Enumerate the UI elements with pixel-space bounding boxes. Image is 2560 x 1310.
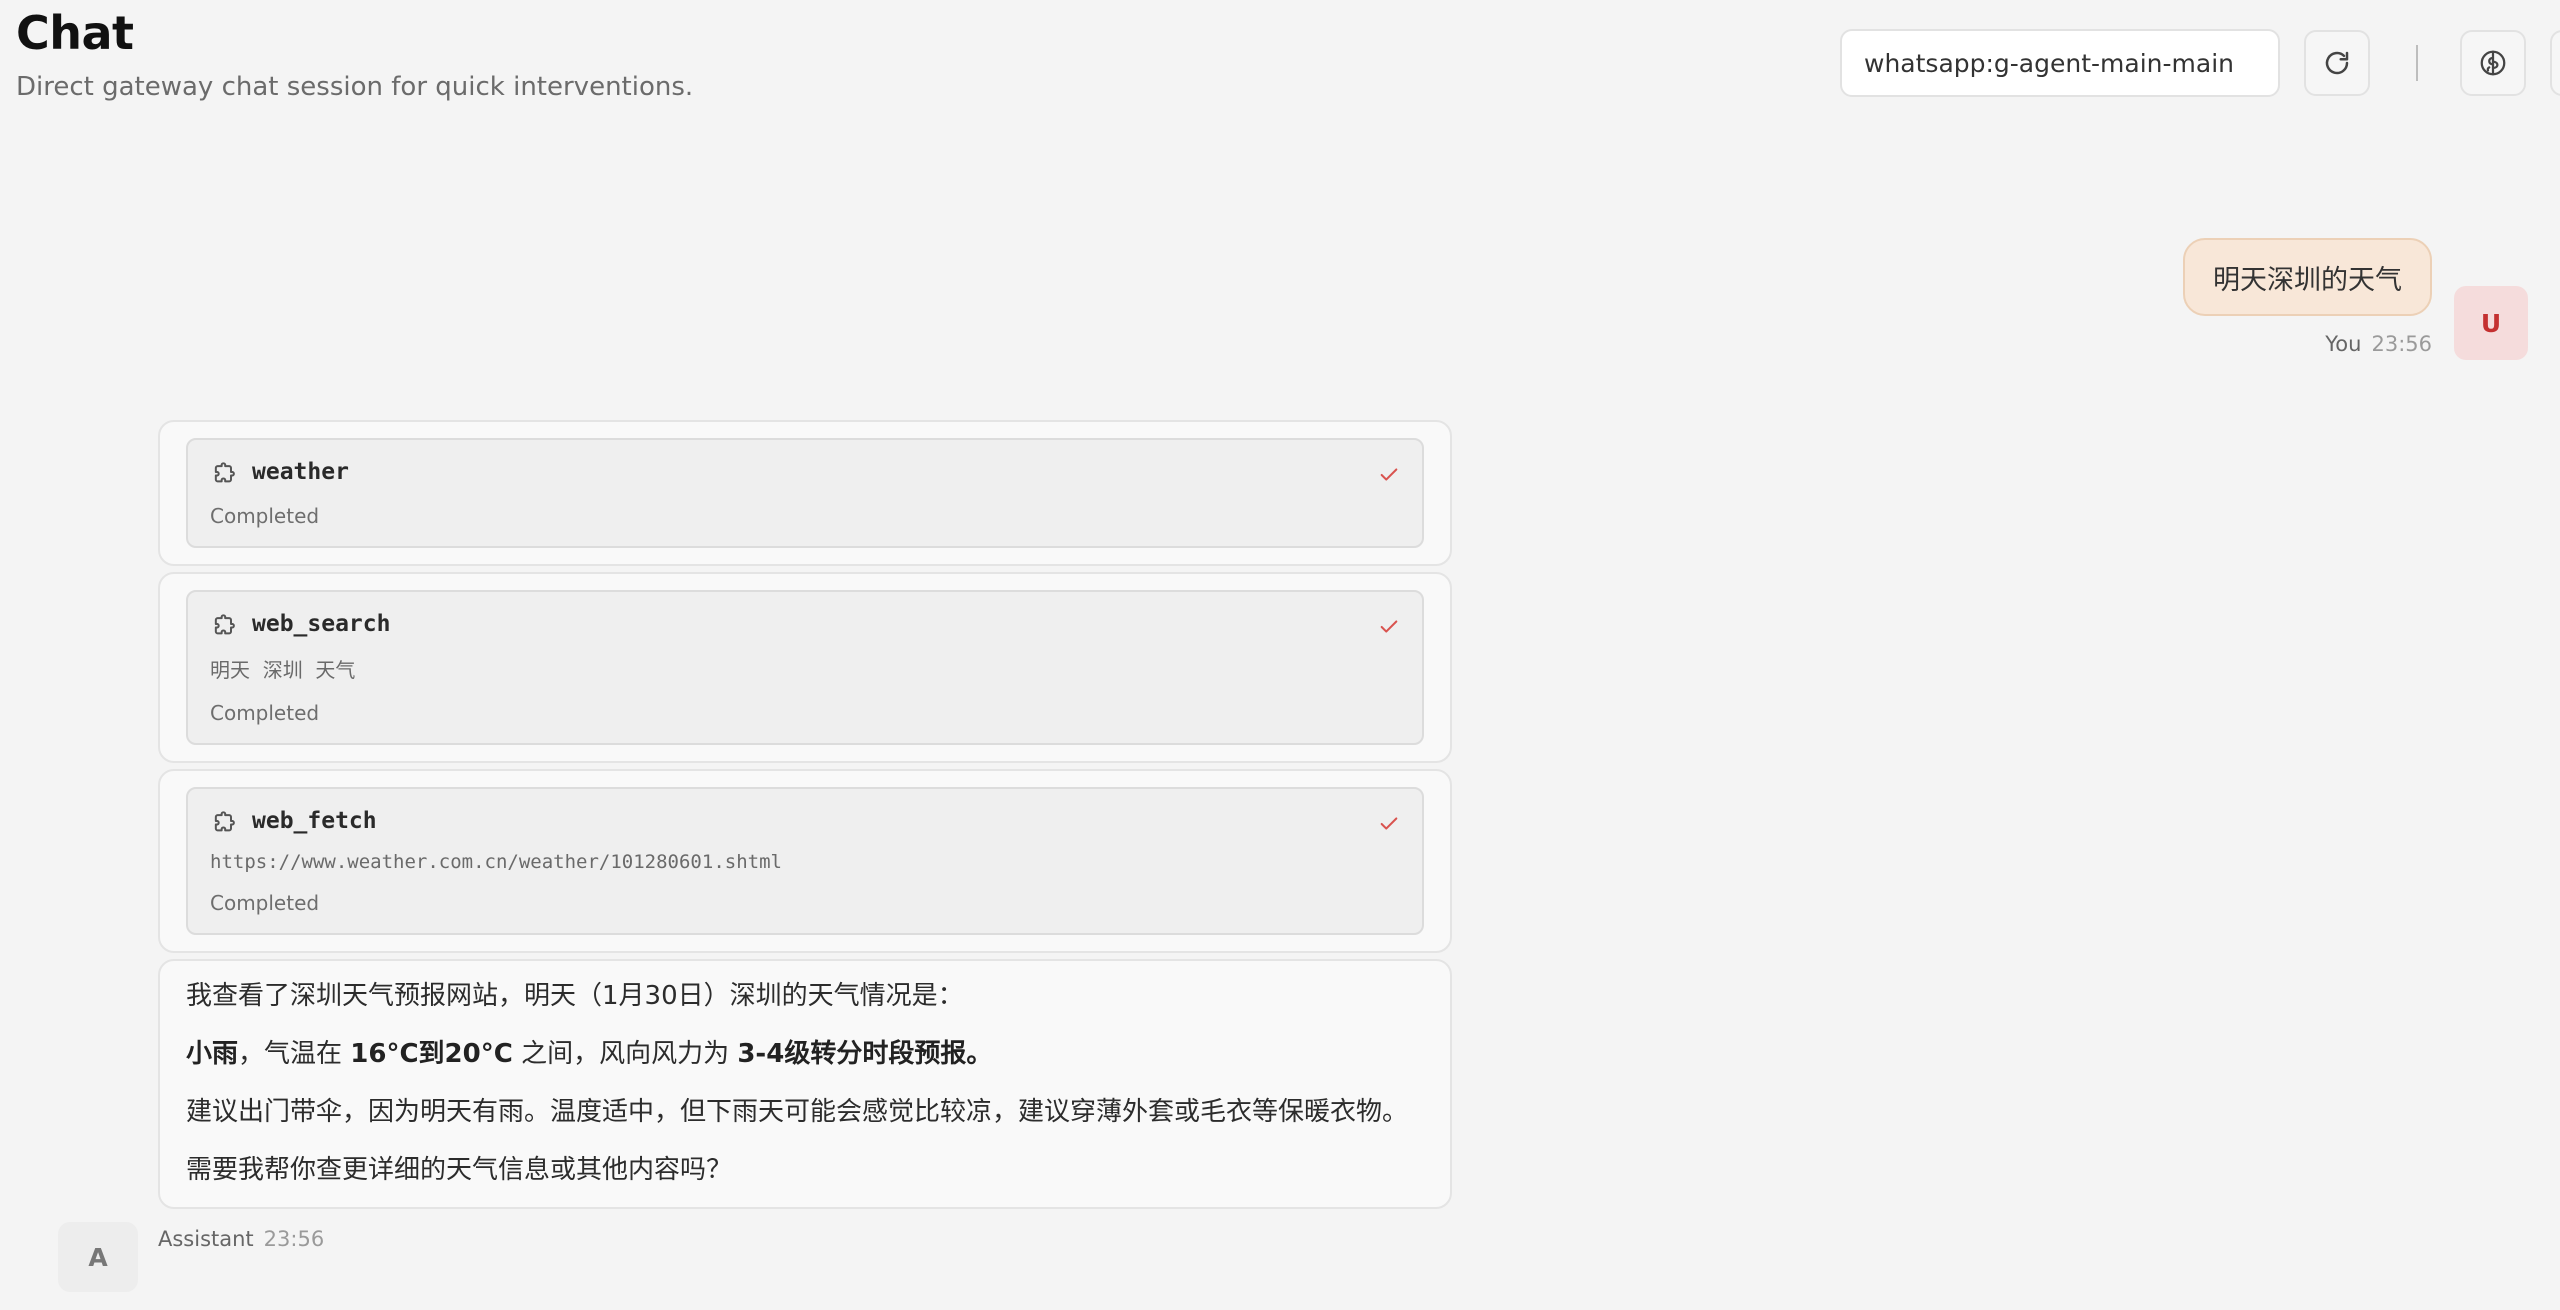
tool-name: web_fetch: [252, 808, 377, 834]
assistant-avatar: A: [58, 1222, 138, 1292]
reply-paragraph: 建议出门带伞，因为明天有雨。温度适中，但下雨天可能会感觉比较凉，建议穿薄外套或毛…: [186, 1097, 1409, 1127]
reply-paragraph: 小雨，气温在 16°C到20°C 之间，风向风力为 3-4级转分时段预报。: [186, 1039, 1424, 1069]
tool-status: Completed: [210, 701, 320, 725]
focus-mode-button[interactable]: [2550, 30, 2560, 96]
tool-args: 明天 深圳 天气: [210, 658, 356, 682]
tool-args: https://www.weather.com.cn/weather/10128…: [210, 851, 782, 873]
thinking-toggle-button[interactable]: [2460, 30, 2526, 96]
refresh-icon: [2325, 51, 2349, 75]
check-icon: [1380, 468, 1398, 481]
tool-card-web-fetch[interactable]: web_fetch https://www.weather.com.cn/wea…: [158, 769, 1452, 953]
page-header: Chat Direct gateway chat session for qui…: [16, 0, 693, 102]
reply-bold: 3-4级转分时段预报。: [737, 1039, 993, 1069]
page-title: Chat: [16, 6, 134, 60]
toolbar: [1840, 28, 2560, 98]
tool-name: web_search: [252, 611, 391, 637]
user-message-meta: You 23:56: [2325, 332, 2432, 356]
reply-text: 之间，风向风力为: [512, 1039, 738, 1069]
check-icon: [1380, 620, 1398, 633]
tool-card-web-search[interactable]: web_search 明天 深圳 天气 Completed: [158, 572, 1452, 763]
assistant-sender-name: Assistant: [158, 1227, 254, 1251]
brain-icon: [2480, 50, 2506, 76]
reply-paragraph: 我查看了深圳天气预报网站，明天（1月30日）深圳的天气情况是：: [186, 981, 964, 1011]
tool-status: Completed: [210, 891, 320, 915]
user-avatar: U: [2454, 286, 2528, 360]
reply-bold: 16°C到20°C: [350, 1039, 513, 1069]
user-sender-name: You: [2325, 332, 2362, 356]
user-message: 明天深圳的天气 You 23:56 U: [2183, 238, 2528, 360]
refresh-button[interactable]: [2304, 30, 2370, 96]
check-icon: [1380, 817, 1398, 830]
assistant-message-meta: Assistant 23:56: [158, 1227, 1452, 1251]
assistant-reply-bubble: 我查看了深圳天气预报网站，明天（1月30日）深圳的天气情况是： 小雨，气温在 1…: [158, 959, 1452, 1209]
reply-text: ，气温在: [238, 1039, 351, 1069]
assistant-message-group: weather Completed web_search 明天 深圳 天气 Co…: [158, 420, 1452, 1251]
tool-name: weather: [252, 459, 349, 485]
puzzle-icon: [214, 614, 235, 635]
tool-status: Completed: [210, 504, 320, 528]
puzzle-icon: [214, 811, 235, 832]
tool-card-weather[interactable]: weather Completed: [158, 420, 1452, 566]
reply-bold: 小雨: [186, 1039, 239, 1069]
reply-paragraph: 需要我帮你查更详细的天气信息或其他内容吗？: [186, 1155, 733, 1185]
page-subtitle: Direct gateway chat session for quick in…: [16, 72, 694, 102]
toolbar-divider: [2416, 45, 2418, 81]
puzzle-icon: [214, 462, 235, 483]
user-message-bubble: 明天深圳的天气: [2183, 238, 2432, 316]
user-message-time: 23:56: [2371, 332, 2432, 356]
session-key-input[interactable]: [1840, 29, 2280, 97]
assistant-message-time: 23:56: [263, 1227, 325, 1251]
